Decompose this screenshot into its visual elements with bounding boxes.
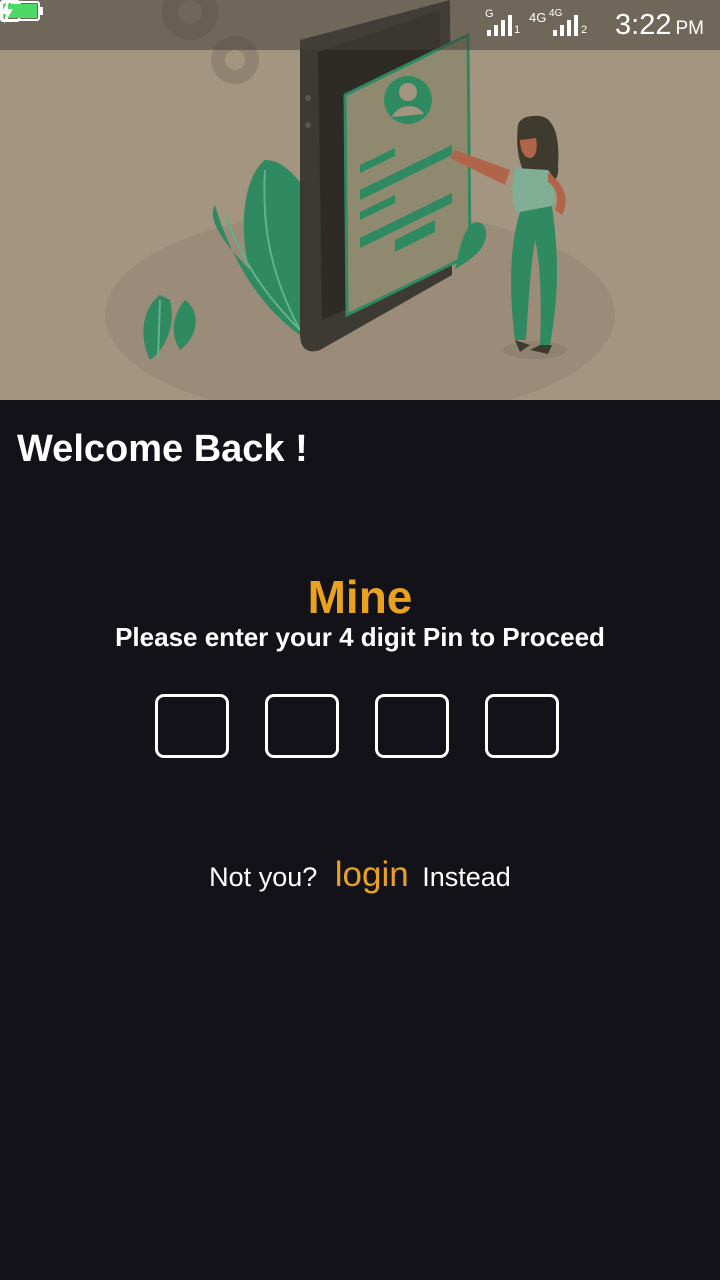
pin-input-group bbox=[155, 694, 559, 758]
pin-digit-1[interactable] bbox=[155, 694, 229, 758]
hero-illustration: G 1 4G 4G 2 3:22 PM bbox=[0, 0, 720, 400]
instead-label: Instead bbox=[422, 862, 511, 892]
status-time: 3:22 PM bbox=[615, 8, 704, 41]
login-link[interactable]: login bbox=[335, 855, 409, 894]
switch-account-row: Not you? login Instead bbox=[0, 855, 720, 895]
system-icons: G 1 4G 4G 2 3:22 PM bbox=[0, 0, 704, 42]
woman-phone-illustration bbox=[105, 0, 615, 400]
welcome-title: Welcome Back ! bbox=[17, 428, 308, 470]
signal-icon: G 1 bbox=[485, 8, 521, 36]
not-you-label: Not you? bbox=[209, 862, 318, 892]
pin-digit-3[interactable] bbox=[375, 694, 449, 758]
pin-digit-2[interactable] bbox=[265, 694, 339, 758]
brand-name: Mine bbox=[307, 571, 413, 623]
status-bar: G 1 4G 4G 2 3:22 PM bbox=[0, 0, 720, 50]
pin-digit-4[interactable] bbox=[485, 694, 559, 758]
signal-icon: 4G 4G 2 bbox=[529, 8, 588, 36]
pin-prompt: Please enter your 4 digit Pin to Proceed bbox=[115, 622, 605, 652]
